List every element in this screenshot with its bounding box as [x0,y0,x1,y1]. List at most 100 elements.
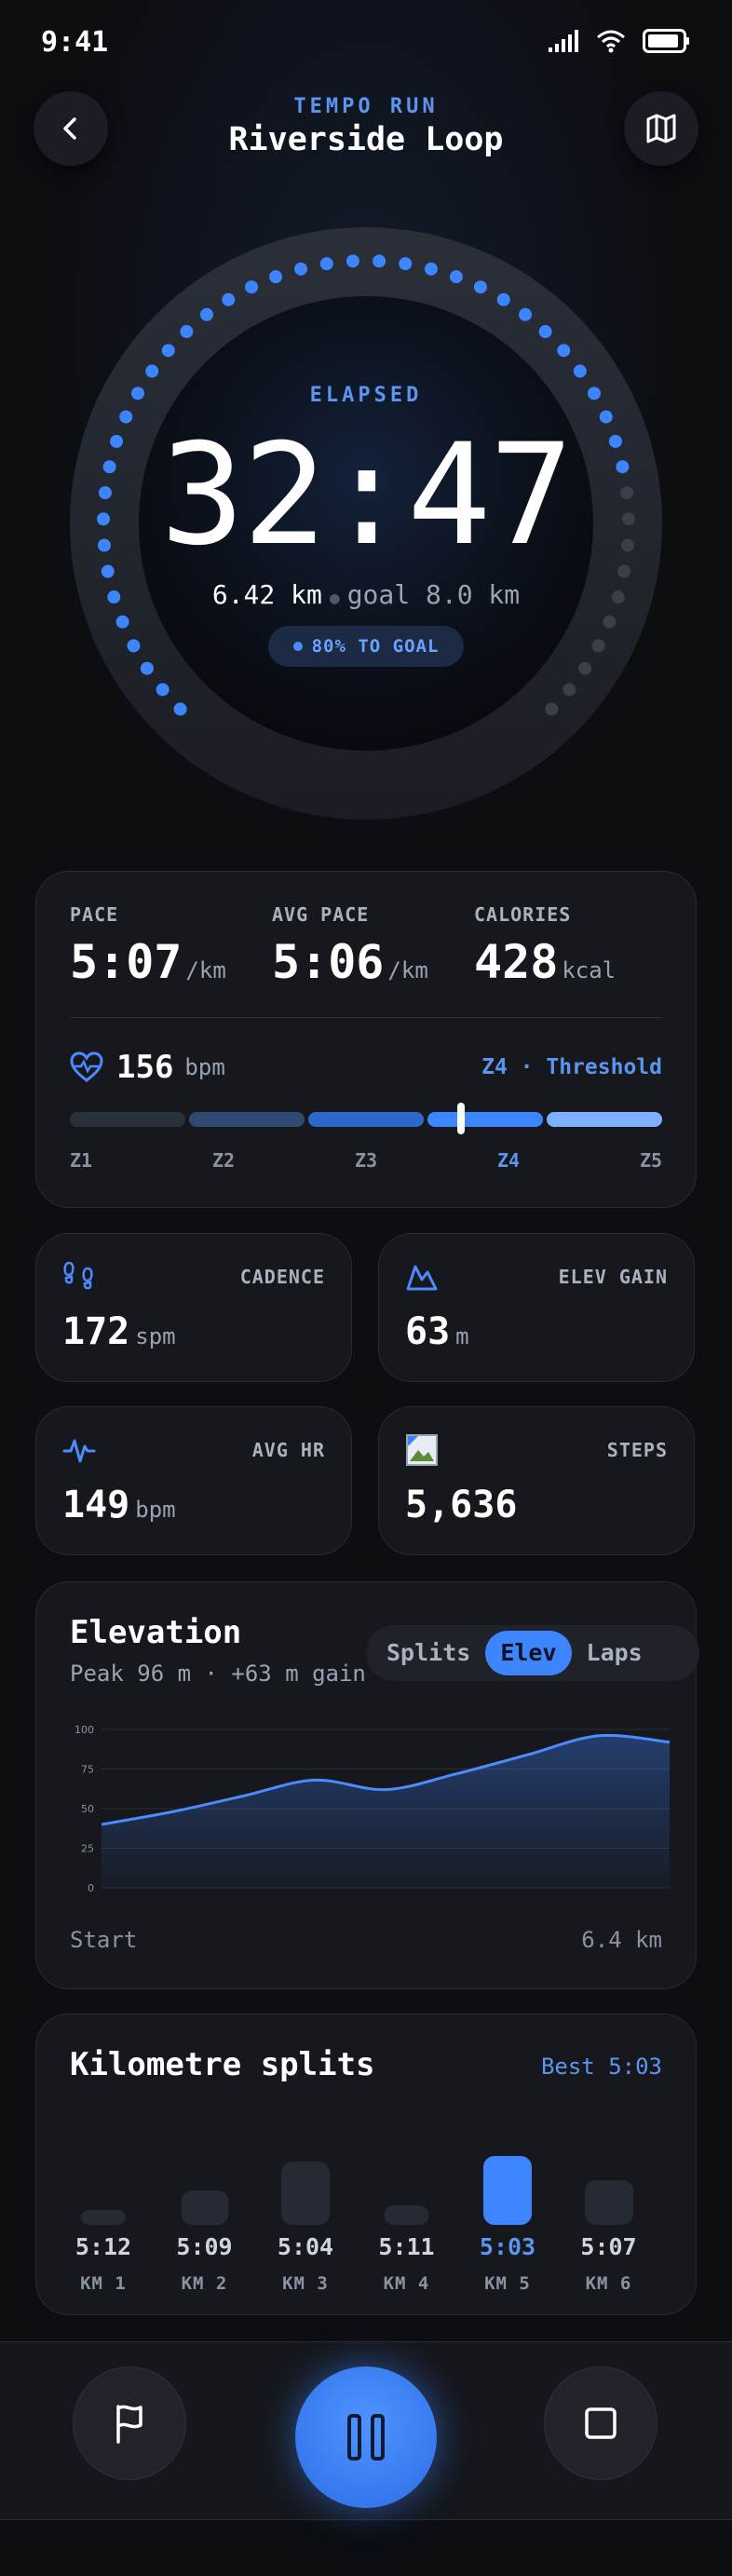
zone-label: Z2 [212,1149,236,1172]
split-bar [181,2190,228,2225]
heart-pulse-icon [70,1051,103,1082]
heart-rate-zone-bar [70,1103,662,1134]
stop-button[interactable] [544,2366,657,2480]
zone-segment [427,1112,543,1127]
battery-icon [643,29,689,53]
elev-gain-number: 63 [405,1310,451,1353]
pause-button[interactable] [295,2366,437,2508]
separator-dot: ● [329,589,340,608]
status-time: 9:41 [41,26,109,59]
cadence-value: 172 spm [62,1310,176,1353]
avg-pace-unit: /km [387,957,428,983]
split-km-label: KM 1 [80,2273,127,2294]
pulse-icon [62,1439,96,1463]
y-tick-label: 25 [81,1843,94,1855]
wifi-icon [597,30,625,53]
elev-gain-value: 63 m [405,1310,469,1353]
split-km-label: KM 2 [181,2273,228,2294]
split-column: 5:11 KM 4 [360,2126,454,2303]
heart-rate-row: 156 bpm Z4 · Threshold [70,1047,662,1088]
calories-unit: kcal [562,957,617,983]
map-button[interactable] [624,91,698,166]
elevation-subtitle: Peak 96 m · +63 m gain [70,1661,366,1687]
y-tick-label: 0 [88,1882,94,1894]
split-bar [584,2179,633,2225]
split-time: 5:11 [378,2233,435,2260]
heart-rate-zone: Z4 · Threshold [481,1055,662,1079]
goal-progress-pill: 80% TO GOAL [268,626,464,667]
status-icons [548,28,691,54]
split-time: 5:09 [176,2233,233,2260]
cellular-signal-icon [549,30,578,52]
zone-segment [547,1112,662,1127]
pace-number: 5:07 [70,935,183,989]
split-bar [384,2205,429,2225]
calories-label: CALORIES [474,903,572,926]
elapsed-label: ELAPSED [309,384,423,407]
avg-pace-number: 5:06 [272,935,385,989]
elev-gain-label: ELEV GAIN [558,1266,668,1288]
workout-controls [0,2341,732,2520]
elevation-gain-card: ELEV GAIN 63 m [378,1233,695,1382]
split-time: 5:12 [75,2233,132,2260]
avg-hr-label: AVG HR [251,1439,325,1461]
lap-button[interactable] [73,2366,186,2480]
steps-value: 5,636 [405,1484,518,1526]
page-title: Riverside Loop [228,121,504,158]
distance-value: 6.42 km [211,579,322,610]
cadence-unit: spm [135,1323,176,1349]
mountain-icon [406,1265,438,1291]
divider [70,1017,662,1018]
split-bar [281,2161,330,2225]
elevation-title: Elevation [70,1614,242,1651]
elevation-start-label: Start [70,1927,138,1953]
avg-hr-card: AVG HR 149 bpm [35,1406,352,1555]
tab-elev[interactable]: Elev [485,1631,572,1675]
live-stats-card: PACE 5:07/km AVG PACE 5:06/km CALORIES 4… [35,871,697,1208]
flag-icon [116,2405,142,2444]
calories-stat: CALORIES 428 kcal [474,903,616,989]
y-tick-label: 100 [75,1724,94,1736]
zone-segment [189,1112,305,1127]
cadence-number: 172 [62,1310,130,1353]
elevation-card: Elevation Peak 96 m · +63 m gain Splits … [35,1581,699,1989]
zone-labels: Z1 Z2 Z3 Z4 Z5 [70,1149,662,1177]
split-km-label: KM 5 [484,2273,531,2294]
chart-tab-switcher: Splits Elev Laps [366,1625,699,1681]
zone-segment [308,1112,424,1127]
goal-distance: goal 8.0 km [346,579,521,610]
split-time: 5:07 [580,2233,637,2260]
avg-pace-value: 5:06/km [272,935,428,989]
goal-progress-text: 80% TO GOAL [311,636,440,657]
split-time: 5:03 [479,2233,536,2260]
calories-number: 428 [474,935,559,989]
steps-card: STEPS 5,636 [378,1406,695,1555]
elapsed-time: 32:47 [160,414,574,576]
pace-label: PACE [70,903,119,926]
zone-marker [456,1103,465,1134]
avg-hr-unit: bpm [135,1497,176,1523]
best-split: Best 5:03 [540,2054,662,2080]
split-column: 5:09 KM 2 [158,2126,251,2303]
zone-label: Z4 [497,1149,521,1172]
avg-hr-number: 149 [62,1484,130,1526]
workout-type-label: TEMPO RUN [293,95,439,118]
cadence-card: CADENCE 172 spm [35,1233,352,1382]
elevation-chart: 0 25 50 75 100 [75,1724,671,1894]
status-bar: 9:41 [0,0,732,84]
cadence-label: CADENCE [239,1266,325,1288]
pace-unit: /km [185,957,226,983]
stop-icon [585,2407,617,2439]
heart-rate-value: 156 [116,1049,174,1086]
split-column: 5:07 KM 6 [563,2126,656,2303]
split-km-label: KM 6 [585,2273,632,2294]
distance-line: 6.42 km ● goal 8.0 km [68,579,664,610]
timer-display: ELAPSED 32:47 6.42 km ● goal 8.0 km 80% TO… [68,225,664,821]
tab-splits[interactable]: Splits [372,1631,485,1675]
tab-laps[interactable]: Laps [572,1631,657,1675]
split-column: 5:04 KM 3 [259,2126,352,2303]
split-bar [483,2156,532,2225]
elev-gain-unit: m [455,1323,469,1349]
avg-hr-value: 149 bpm [62,1484,176,1526]
splits-card: Kilometre splits Best 5:03 5:12 KM 1 5:09 K… [35,2013,697,2315]
